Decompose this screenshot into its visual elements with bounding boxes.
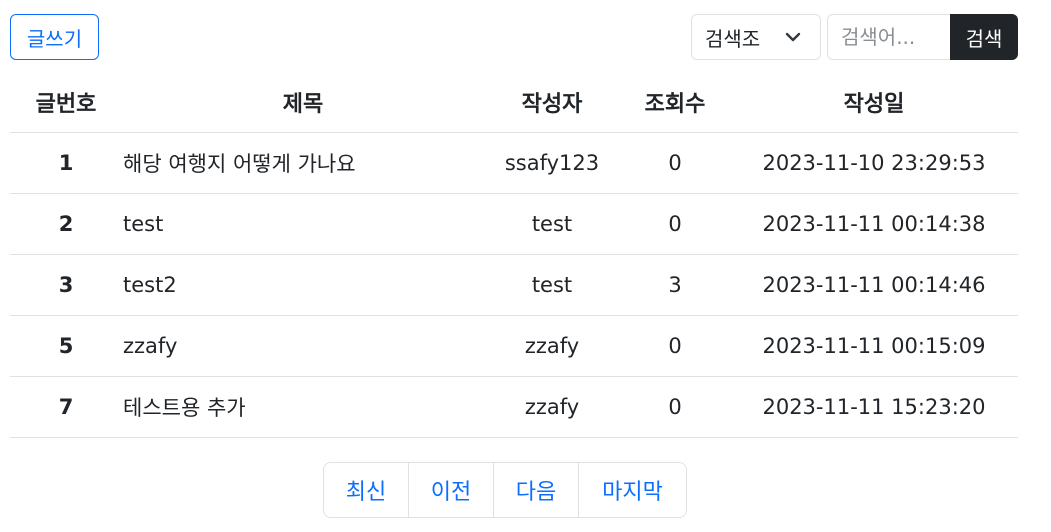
post-title-link[interactable]: 테스트용 추가 [123, 396, 246, 420]
post-views: 0 [620, 132, 730, 194]
page-last-button[interactable]: 마지막 [579, 463, 686, 517]
post-views: 0 [620, 193, 730, 255]
board-page: 글쓰기 검색조 검색 글번호 제목 작성자 조회수 작성일 1 [0, 0, 1051, 532]
post-num: 1 [10, 132, 122, 194]
search-input[interactable] [827, 14, 951, 60]
post-title-link[interactable]: 해당 여행지 어떻게 가나요 [123, 152, 356, 176]
post-author: test [484, 254, 620, 316]
chevron-down-icon [785, 32, 801, 42]
header-date: 작성일 [730, 72, 1018, 133]
header-author: 작성자 [484, 72, 620, 133]
search-condition-value: 검색조 [705, 26, 761, 51]
post-author: zzafy [484, 376, 620, 438]
header-title: 제목 [122, 72, 484, 133]
table-row[interactable]: 1 해당 여행지 어떻게 가나요 ssafy123 0 2023-11-10 2… [10, 132, 1018, 194]
table-row[interactable]: 2 test test 0 2023-11-11 00:14:38 [10, 193, 1018, 255]
pagination: 최신 이전 다음 마지막 [323, 462, 687, 518]
post-date: 2023-11-11 00:14:38 [730, 193, 1018, 255]
header-num: 글번호 [10, 72, 122, 133]
page-first-button[interactable]: 최신 [324, 463, 409, 517]
post-num: 5 [10, 315, 122, 377]
page-next-button[interactable]: 다음 [494, 463, 579, 517]
post-title-link[interactable]: test2 [123, 273, 177, 297]
post-views: 3 [620, 254, 730, 316]
post-date: 2023-11-10 23:29:53 [730, 132, 1018, 194]
search-condition-select[interactable]: 검색조 [691, 14, 821, 60]
post-title-link[interactable]: zzafy [123, 334, 177, 358]
post-num: 7 [10, 376, 122, 438]
page-prev-button[interactable]: 이전 [409, 463, 494, 517]
table-row[interactable]: 5 zzafy zzafy 0 2023-11-11 00:15:09 [10, 315, 1018, 377]
post-table: 글번호 제목 작성자 조회수 작성일 1 해당 여행지 어떻게 가나요 ssaf… [10, 72, 1018, 438]
post-num: 2 [10, 193, 122, 255]
post-date: 2023-11-11 15:23:20 [730, 376, 1018, 438]
table-row[interactable]: 3 test2 test 3 2023-11-11 00:14:46 [10, 254, 1018, 316]
search-button[interactable]: 검색 [950, 14, 1018, 60]
post-author: test [484, 193, 620, 255]
table-header-row: 글번호 제목 작성자 조회수 작성일 [10, 72, 1018, 133]
post-num: 3 [10, 254, 122, 316]
header-views: 조회수 [620, 72, 730, 133]
write-button[interactable]: 글쓰기 [10, 14, 99, 60]
post-author: ssafy123 [484, 132, 620, 194]
post-date: 2023-11-11 00:15:09 [730, 315, 1018, 377]
post-title-link[interactable]: test [123, 212, 163, 236]
table-row[interactable]: 7 테스트용 추가 zzafy 0 2023-11-11 15:23:20 [10, 376, 1018, 438]
post-author: zzafy [484, 315, 620, 377]
post-date: 2023-11-11 00:14:46 [730, 254, 1018, 316]
post-views: 0 [620, 376, 730, 438]
post-views: 0 [620, 315, 730, 377]
